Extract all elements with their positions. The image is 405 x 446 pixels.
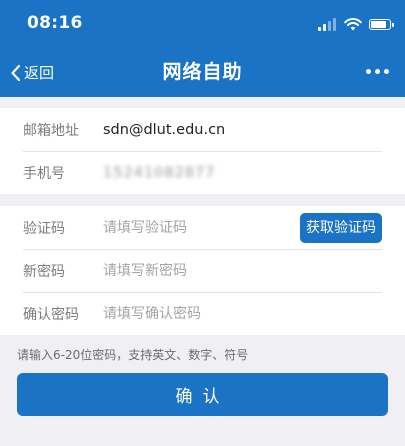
confirm-password-row: 确认密码: [23, 292, 382, 335]
new-password-label: 新密码: [23, 263, 65, 280]
reset-password-form: 验证码 获取验证码 新密码 确认密码: [0, 206, 405, 335]
more-icon[interactable]: [366, 69, 389, 74]
new-password-row: 新密码: [23, 249, 382, 293]
account-info-section: 邮箱地址 sdn@dlut.edu.cn 手机号 15241082877: [0, 108, 405, 194]
status-icons: [318, 15, 394, 33]
code-row: 验证码 获取验证码: [23, 206, 382, 250]
page-title: 网络自助: [162, 61, 243, 83]
wifi-icon: [344, 17, 362, 30]
app-header: 08:16 返回 网络自助: [0, 0, 405, 97]
email-row: 邮箱地址 sdn@dlut.edu.cn: [23, 108, 382, 152]
code-input[interactable]: [103, 219, 283, 236]
confirm-button[interactable]: 确认: [17, 373, 388, 416]
confirm-password-input[interactable]: [103, 305, 283, 322]
email-value: sdn@dlut.edu.cn: [103, 121, 226, 138]
phone-value: 15241082877: [103, 164, 216, 181]
email-label: 邮箱地址: [23, 122, 79, 139]
phone-row: 手机号 15241082877: [23, 151, 382, 194]
signal-icon: [318, 17, 336, 31]
battery-icon: [369, 18, 394, 30]
code-label: 验证码: [23, 220, 65, 237]
status-bar: 08:16: [0, 0, 405, 48]
new-password-input[interactable]: [103, 262, 283, 279]
get-code-button[interactable]: 获取验证码: [300, 213, 382, 243]
nav-bar: 返回 网络自助: [0, 48, 405, 97]
phone-label: 手机号: [23, 165, 65, 182]
status-time: 08:16: [27, 13, 83, 33]
confirm-password-label: 确认密码: [23, 306, 79, 323]
password-hint: 请输入6-20位密码，支持英文、数字、符号: [17, 348, 249, 362]
